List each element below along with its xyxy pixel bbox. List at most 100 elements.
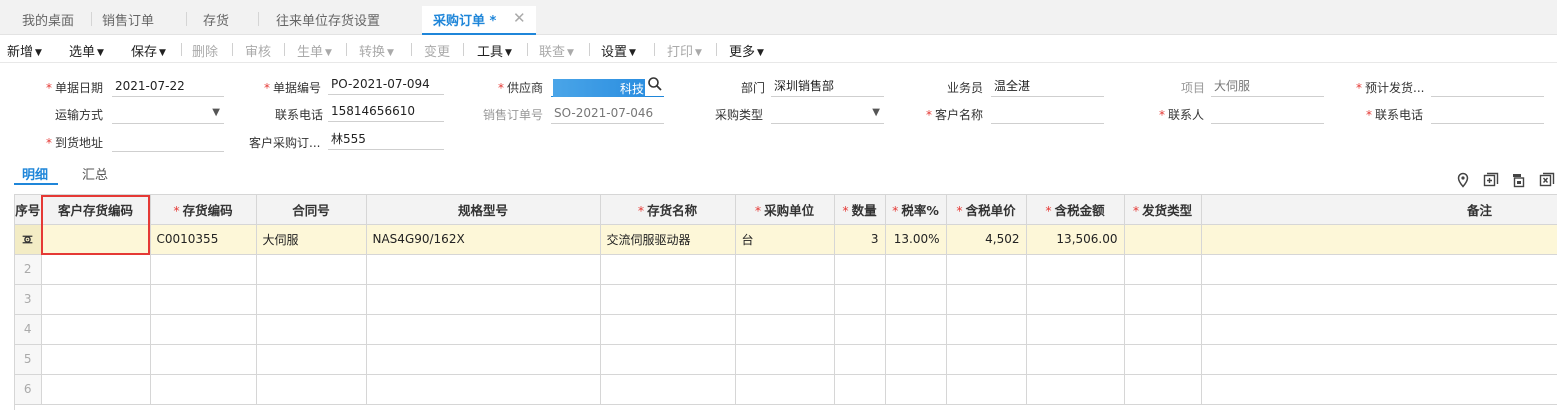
cell-spec[interactable] bbox=[366, 344, 601, 375]
cell-price[interactable]: 4,502 bbox=[946, 224, 1027, 255]
project-field[interactable]: 大伺服 bbox=[1211, 77, 1324, 97]
select-button[interactable]: 选单 ▼ bbox=[69, 41, 104, 60]
cell-code[interactable] bbox=[150, 284, 257, 315]
cell-spec[interactable] bbox=[366, 284, 601, 315]
table-row[interactable]: 6 bbox=[15, 374, 1557, 405]
tab-inventory[interactable]: 存货 bbox=[203, 10, 229, 29]
cell-name[interactable] bbox=[600, 374, 736, 405]
cell-note[interactable] bbox=[1201, 254, 1557, 285]
print-button[interactable]: 打印 ▼ bbox=[667, 41, 702, 60]
col-name-header[interactable]: * 存货名称 bbox=[600, 195, 736, 225]
row-settings-gear-icon[interactable] bbox=[15, 224, 42, 255]
est-ship-field[interactable] bbox=[1431, 77, 1544, 97]
customer-name-field[interactable] bbox=[991, 104, 1104, 124]
cell-tax[interactable] bbox=[885, 314, 947, 345]
cell-code[interactable]: C0010355 bbox=[150, 224, 257, 255]
cell-spec[interactable] bbox=[366, 314, 601, 345]
cell-name[interactable] bbox=[600, 254, 736, 285]
cell-note[interactable] bbox=[1201, 374, 1557, 405]
cell-qty[interactable] bbox=[834, 284, 886, 315]
cell-amount[interactable]: 13,506.00 bbox=[1026, 224, 1125, 255]
cell-note[interactable] bbox=[1201, 284, 1557, 315]
col-tax-header[interactable]: * 税率% bbox=[885, 195, 947, 225]
cell-qty[interactable]: 3 bbox=[834, 224, 886, 255]
col-ship-type-header[interactable]: * 发货类型 bbox=[1124, 195, 1202, 225]
cell-name[interactable] bbox=[600, 284, 736, 315]
cell-unit[interactable] bbox=[735, 254, 835, 285]
cell-amount[interactable] bbox=[1026, 254, 1125, 285]
col-price-header[interactable]: * 含税单价 bbox=[946, 195, 1027, 225]
location-icon[interactable] bbox=[1455, 172, 1471, 188]
col-qty-header[interactable]: * 数量 bbox=[834, 195, 886, 225]
tab-partner-inventory-settings[interactable]: 往来单位存货设置 bbox=[276, 10, 380, 29]
cell-amount[interactable] bbox=[1026, 344, 1125, 375]
tab-summary[interactable]: 汇总 bbox=[82, 164, 108, 183]
generate-order-button[interactable]: 生单 ▼ bbox=[297, 41, 332, 60]
table-row[interactable]: 5 bbox=[15, 344, 1557, 375]
cell-ship-type[interactable] bbox=[1124, 224, 1202, 255]
delete-button[interactable]: 删除 bbox=[192, 41, 218, 60]
new-button[interactable]: 新增 ▼ bbox=[7, 41, 42, 60]
cell-name[interactable]: 交流伺服驱动器 bbox=[600, 224, 736, 255]
ship-method-select[interactable]: ▼ bbox=[112, 104, 224, 124]
address-field[interactable] bbox=[112, 132, 224, 152]
cell-contract[interactable]: 大伺服 bbox=[256, 224, 367, 255]
table-row[interactable]: C0010355 大伺服 NAS4G90/162X 交流伺服驱动器台 3 13.00% 4,… bbox=[15, 224, 1557, 255]
contact-field[interactable] bbox=[1211, 104, 1324, 124]
cell-contract[interactable] bbox=[256, 254, 367, 285]
cell-contract[interactable] bbox=[256, 374, 367, 405]
cell-ship-type[interactable] bbox=[1124, 254, 1202, 285]
col-spec-header[interactable]: 规格型号 bbox=[366, 195, 601, 225]
cell-tax[interactable] bbox=[885, 254, 947, 285]
col-note-header[interactable]: 备注 bbox=[1201, 195, 1557, 225]
cell-tax[interactable]: 13.00% bbox=[885, 224, 947, 255]
audit-button[interactable]: 审核 bbox=[245, 41, 271, 60]
link-query-button[interactable]: 联查 ▼ bbox=[539, 41, 574, 60]
dept-field[interactable]: 深圳销售部 bbox=[771, 77, 884, 97]
table-row[interactable]: 4 bbox=[15, 314, 1557, 345]
col-unit-header[interactable]: * 采购单位 bbox=[735, 195, 835, 225]
cell-cust-code[interactable] bbox=[41, 344, 151, 375]
col-seq-header[interactable]: 序号 bbox=[15, 195, 42, 225]
cell-code[interactable] bbox=[150, 314, 257, 345]
cell-qty[interactable] bbox=[834, 374, 886, 405]
tab-detail[interactable]: 明细 bbox=[22, 164, 48, 183]
cell-spec[interactable]: NAS4G90/162X bbox=[366, 224, 601, 255]
col-code-header[interactable]: * 存货编码 bbox=[150, 195, 257, 225]
cell-cust-code[interactable] bbox=[41, 314, 151, 345]
cell-price[interactable] bbox=[946, 254, 1027, 285]
cell-price[interactable] bbox=[946, 344, 1027, 375]
save-button[interactable]: 保存 ▼ bbox=[131, 41, 166, 60]
cell-code[interactable] bbox=[150, 374, 257, 405]
so-no-field[interactable]: SO-2021-07-046 bbox=[551, 104, 664, 124]
cell-code[interactable] bbox=[150, 344, 257, 375]
table-row[interactable]: 3 bbox=[15, 284, 1557, 315]
cell-cust-code[interactable] bbox=[41, 374, 151, 405]
cell-name[interactable] bbox=[600, 314, 736, 345]
doc-date-field[interactable]: 2021-07-22 bbox=[112, 77, 224, 97]
cell-ship-type[interactable] bbox=[1124, 374, 1202, 405]
cell-qty[interactable] bbox=[834, 344, 886, 375]
cell-cust-code[interactable] bbox=[41, 284, 151, 315]
cell-unit[interactable] bbox=[735, 314, 835, 345]
cell-tax[interactable] bbox=[885, 374, 947, 405]
add-row-icon[interactable] bbox=[1483, 172, 1499, 188]
tab-sales-order[interactable]: 销售订单 bbox=[102, 10, 154, 29]
contact-phone-field[interactable] bbox=[1431, 104, 1544, 124]
cell-tax[interactable] bbox=[885, 284, 947, 315]
col-contract-header[interactable]: 合同号 bbox=[256, 195, 367, 225]
tab-desktop[interactable]: 我的桌面 bbox=[22, 10, 74, 29]
cell-note[interactable] bbox=[1201, 344, 1557, 375]
tools-button[interactable]: 工具 ▼ bbox=[477, 41, 512, 60]
cell-cust-code[interactable] bbox=[41, 254, 151, 285]
salesman-field[interactable]: 温全湛 bbox=[991, 77, 1104, 97]
cell-cust-code[interactable] bbox=[41, 224, 151, 255]
cell-name[interactable] bbox=[600, 344, 736, 375]
col-cust-code-header[interactable]: 客户存货编码 bbox=[41, 195, 151, 225]
cell-ship-type[interactable] bbox=[1124, 344, 1202, 375]
delete-row-icon[interactable] bbox=[1539, 172, 1555, 188]
cell-contract[interactable] bbox=[256, 314, 367, 345]
cell-ship-type[interactable] bbox=[1124, 314, 1202, 345]
cell-amount[interactable] bbox=[1026, 374, 1125, 405]
cell-contract[interactable] bbox=[256, 284, 367, 315]
